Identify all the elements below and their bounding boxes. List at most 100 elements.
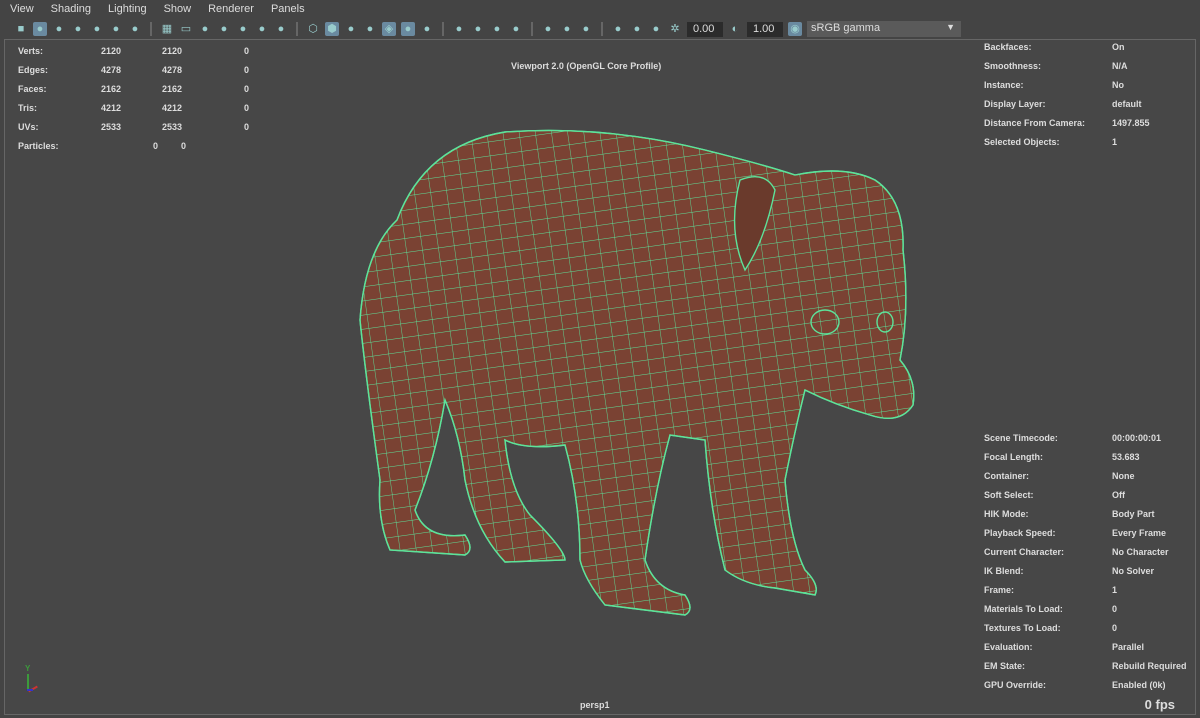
hud-value: 53.683 <box>1112 452 1140 462</box>
xray-components-icon[interactable]: ● <box>490 22 504 36</box>
smooth-shade-icon[interactable]: ⬢ <box>325 22 339 36</box>
stat-selected: 4212 <box>162 103 183 113</box>
xray-icon[interactable]: ● <box>452 22 466 36</box>
hud-value: Every Frame <box>1112 528 1167 538</box>
hud-value: No Character <box>1112 547 1169 557</box>
hud-value: No Solver <box>1112 566 1155 576</box>
hud-value: 1 <box>1112 585 1118 595</box>
hud-value: None <box>1112 471 1135 481</box>
bookmark-icon[interactable]: ● <box>71 22 85 36</box>
hud-label: Frame: <box>984 585 1015 595</box>
hud-value: Parallel <box>1112 642 1145 652</box>
wireframe-icon[interactable]: ⬡ <box>306 22 320 36</box>
stat-total: 0 <box>153 141 159 151</box>
stat-label: Particles: <box>18 141 59 151</box>
multisample-icon[interactable]: ● <box>630 22 644 36</box>
menu-view[interactable]: View <box>0 0 41 19</box>
gamma-field[interactable]: 1.00 <box>747 21 783 37</box>
toolbar-separator <box>531 22 533 36</box>
resolution-gate-icon[interactable]: ● <box>198 22 212 36</box>
hud-label: Instance: <box>984 80 1024 90</box>
hud-label: Focal Length: <box>984 452 1043 462</box>
stat-component: 0 <box>244 103 250 113</box>
screen-space-ao-icon[interactable]: ● <box>579 22 593 36</box>
stat-selected: 0 <box>181 141 187 151</box>
menu-show[interactable]: Show <box>154 0 199 19</box>
toolbar-separator <box>296 22 298 36</box>
hud-label: HIK Mode: <box>984 509 1029 519</box>
stat-total: 2533 <box>101 122 122 132</box>
gamma-icon[interactable]: ◐ <box>728 22 742 36</box>
film-gate-icon[interactable]: ▭ <box>179 22 193 36</box>
stat-component: 0 <box>244 65 250 75</box>
motion-blur-icon[interactable]: ● <box>611 22 625 36</box>
stat-label: Verts: <box>18 46 44 56</box>
color-space-value: sRGB gamma <box>811 22 881 34</box>
gate-mask-icon[interactable]: ● <box>217 22 231 36</box>
menu-panels[interactable]: Panels <box>261 0 312 19</box>
stat-total: 2120 <box>101 46 122 56</box>
exposure-icon[interactable]: ✲ <box>668 22 682 36</box>
viewport-renderer-title: Viewport 2.0 (OpenGL Core Profile) <box>511 61 662 71</box>
xray-joints-icon[interactable]: ● <box>471 22 485 36</box>
grid-icon[interactable]: ▦ <box>160 22 174 36</box>
image-plane-icon[interactable]: ● <box>90 22 104 36</box>
shadows-icon[interactable]: ● <box>420 22 434 36</box>
hud-label: Smoothness: <box>984 61 1042 71</box>
hud-label: Distance From Camera: <box>984 118 1086 128</box>
menu-lighting[interactable]: Lighting <box>98 0 154 19</box>
hud-label: Display Layer: <box>984 99 1046 109</box>
stat-total: 2162 <box>101 84 122 94</box>
camera-attributes-icon[interactable]: ● <box>52 22 66 36</box>
select-camera-icon[interactable]: ● <box>541 22 555 36</box>
color-space-dropdown[interactable]: sRGB gamma ▼ <box>807 21 961 37</box>
hud-label: IK Blend: <box>984 566 1024 576</box>
2d-pan-icon[interactable]: ● <box>109 22 123 36</box>
view-transform-icon[interactable]: ◉ <box>788 22 802 36</box>
hud-value: Body Part <box>1112 509 1155 519</box>
y-axis-label: Y <box>25 664 31 673</box>
hud-label: GPU Override: <box>984 680 1047 690</box>
grease-pencil-icon[interactable]: ● <box>128 22 142 36</box>
stat-selected: 2120 <box>162 46 183 56</box>
textured-icon[interactable]: ◈ <box>382 22 396 36</box>
isolate-select-icon[interactable]: ● <box>509 22 523 36</box>
stat-total: 4278 <box>101 65 122 75</box>
depth-of-field-icon[interactable]: ● <box>649 22 663 36</box>
hud-label: Scene Timecode: <box>984 433 1058 443</box>
panel-menubar: View Shading Lighting Show Renderer Panels <box>0 0 1200 19</box>
safe-title-icon[interactable]: ● <box>274 22 288 36</box>
view-axis-icon: Y <box>23 664 53 694</box>
hud-value: 00:00:00:01 <box>1112 433 1162 443</box>
stat-label: Tris: <box>18 103 38 113</box>
hud-value: On <box>1112 42 1125 52</box>
default-material-icon[interactable]: ● <box>344 22 358 36</box>
stat-component: 0 <box>244 46 250 56</box>
exposure-field[interactable]: 0.00 <box>687 21 723 37</box>
hud-label: Soft Select: <box>984 490 1034 500</box>
safe-action-icon[interactable]: ● <box>255 22 269 36</box>
wireframe-on-shaded-icon[interactable]: ● <box>363 22 377 36</box>
viewport-3d[interactable]: Viewport 2.0 (OpenGL Core Profile) Verts… <box>4 39 1196 715</box>
hud-value: default <box>1112 99 1142 109</box>
use-all-lights-icon[interactable]: ● <box>401 22 415 36</box>
hud-value: 0 <box>1112 623 1118 633</box>
stat-total: 4212 <box>101 103 122 113</box>
chevron-down-icon[interactable]: ▼ <box>946 22 955 32</box>
stat-label: Faces: <box>18 84 47 94</box>
camera-name: persp1 <box>580 700 610 710</box>
hud-value: No <box>1112 80 1124 90</box>
hud-value: 0 <box>1112 604 1118 614</box>
panel-toolbar: ■ ● ● ● ● ● ● ▦ ▭ ● ● ● ● ● ⬡ ⬢ ● ● ◈ ● ● ● ● ● ● ● ● ● ● ● ● ✲ 0.00 ◐ 1.0… <box>0 19 1200 39</box>
camera-icon[interactable]: ■ <box>14 22 28 36</box>
hud-label: Materials To Load: <box>984 604 1063 614</box>
menu-shading[interactable]: Shading <box>41 0 98 19</box>
camera-lock-icon[interactable]: ● <box>33 22 47 36</box>
toolbar-separator <box>601 22 603 36</box>
stat-selected: 2162 <box>162 84 183 94</box>
field-chart-icon[interactable]: ● <box>236 22 250 36</box>
stat-label: UVs: <box>18 122 39 132</box>
backface-icon[interactable]: ● <box>560 22 574 36</box>
menu-renderer[interactable]: Renderer <box>198 0 261 19</box>
stat-component: 0 <box>244 122 250 132</box>
